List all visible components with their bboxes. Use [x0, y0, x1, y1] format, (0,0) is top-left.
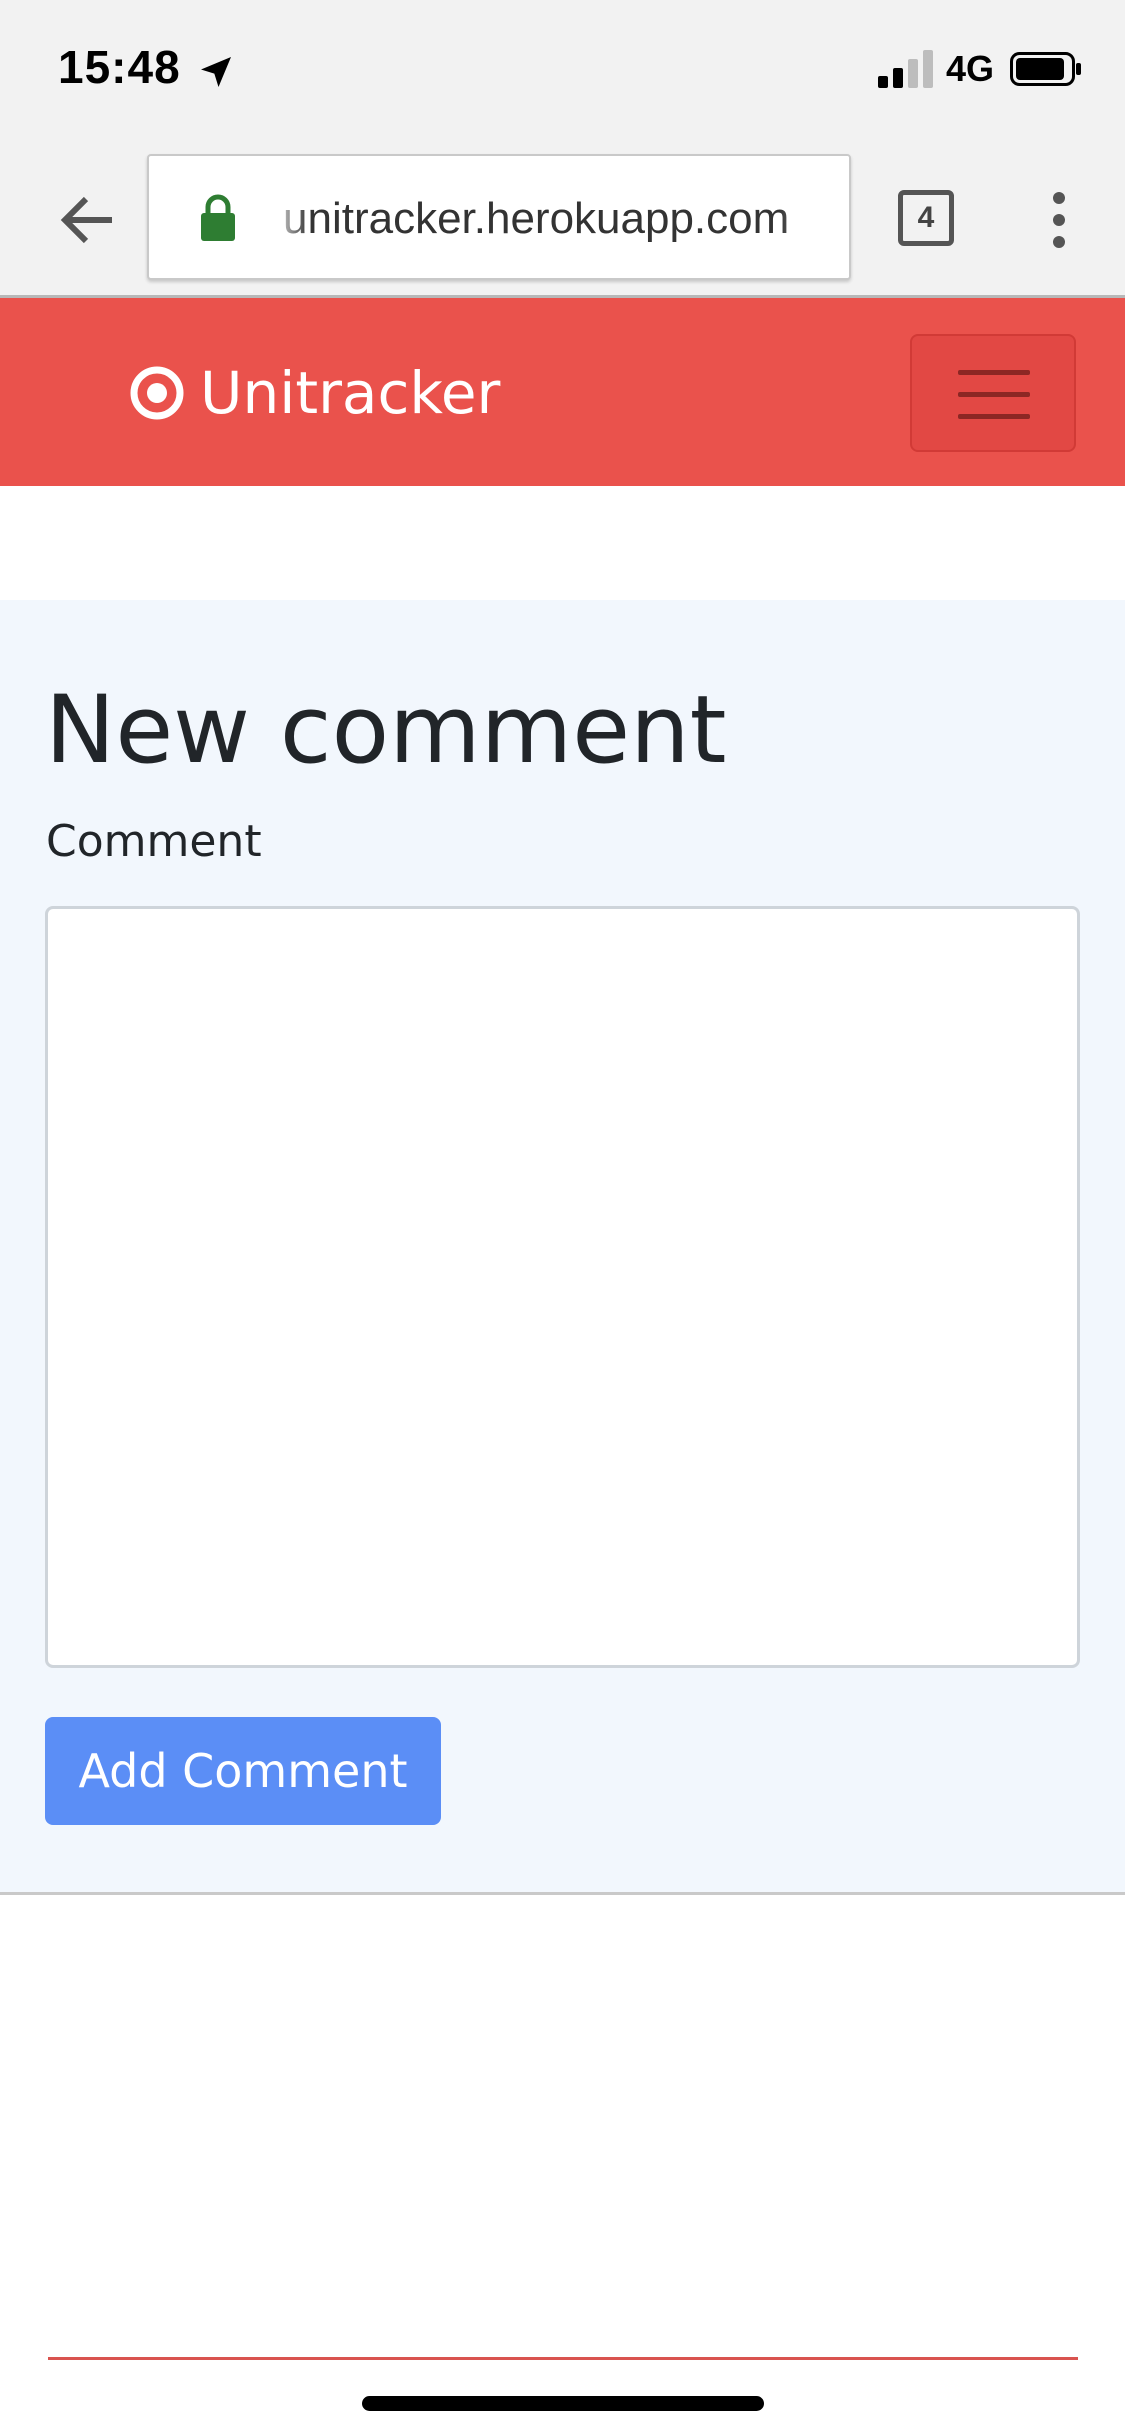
lock-icon	[201, 194, 235, 241]
comment-textarea[interactable]	[45, 906, 1080, 1668]
location-arrow-icon	[201, 57, 231, 87]
add-comment-button[interactable]: Add Comment	[45, 1717, 441, 1825]
network-label: 4G	[946, 48, 995, 89]
url-fade-right	[779, 156, 849, 278]
app-navbar: Unitracker	[0, 298, 1125, 486]
brand-name: Unitracker	[200, 359, 501, 427]
battery-icon	[1010, 52, 1081, 86]
status-time: 15:48	[58, 41, 181, 93]
tabs-icon[interactable]: 4	[898, 190, 954, 246]
signal-icon	[878, 50, 933, 88]
navbar-toggler-button[interactable]	[910, 334, 1076, 452]
more-vert-icon[interactable]	[1040, 188, 1078, 252]
home-indicator	[362, 2396, 764, 2411]
footer-divider	[48, 2357, 1078, 2360]
url-text: unitracker.herokuapp.com	[283, 194, 790, 243]
url-field[interactable]: unitracker.herokuapp.com	[147, 154, 851, 280]
browser-toolbar: unitracker.herokuapp.com 4	[0, 140, 1125, 298]
back-arrow-icon[interactable]	[48, 180, 128, 260]
new-comment-form: New comment Comment Add Comment	[0, 600, 1125, 1895]
comment-label: Comment	[46, 816, 262, 867]
target-icon	[130, 366, 184, 420]
url-fade-left	[269, 156, 309, 278]
hamburger-icon-bar-top	[958, 370, 1030, 375]
status-bar: 15:48 4G	[0, 0, 1125, 140]
hamburger-icon-bar-middle	[958, 392, 1030, 397]
hamburger-icon-bar-bottom	[958, 414, 1030, 419]
brand-link[interactable]: Unitracker	[130, 353, 500, 433]
page-title: New comment	[45, 676, 727, 785]
